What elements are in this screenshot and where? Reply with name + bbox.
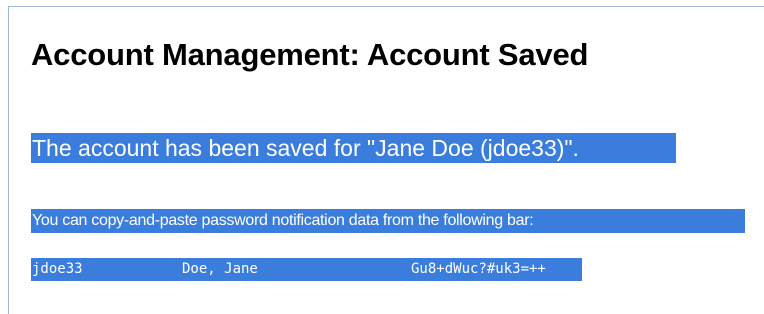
notification-full-name: Doe, Jane: [182, 261, 258, 277]
account-saved-message: The account has been saved for "Jane Doe…: [31, 133, 676, 163]
page-title: Account Management: Account Saved: [31, 37, 589, 72]
content-frame: Account Management: Account Saved The ac…: [8, 6, 764, 314]
notification-password: Gu8+dWuc?#uk3=++: [411, 261, 546, 277]
notification-username: jdoe33: [32, 261, 83, 277]
copy-instruction-text: You can copy-and-paste password notifica…: [31, 209, 745, 233]
password-notification-bar[interactable]: jdoe33 Doe, Jane Gu8+dWuc?#uk3=++: [31, 258, 582, 281]
